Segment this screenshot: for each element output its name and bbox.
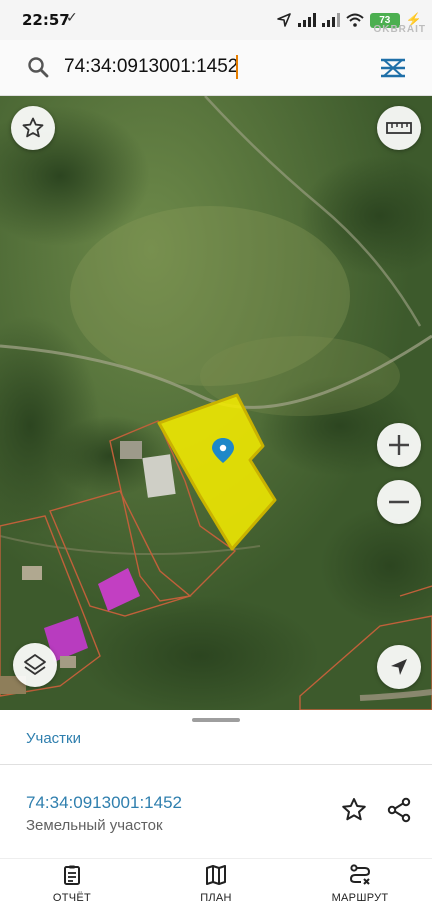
- favorite-map-button[interactable]: [11, 106, 55, 150]
- wifi-icon: [346, 13, 364, 27]
- text-cursor: [236, 55, 238, 79]
- check-icon: ✓: [66, 10, 78, 26]
- menu-icon[interactable]: [378, 56, 408, 80]
- star-icon[interactable]: [340, 796, 368, 824]
- nav-plan-label: ПЛАН: [200, 892, 232, 904]
- bottom-navigation: ОТЧЁТ ПЛАН МАРШРУТ: [0, 858, 432, 910]
- route-icon: [349, 864, 371, 885]
- layers-button[interactable]: [13, 643, 57, 687]
- location-arrow-icon: [277, 13, 291, 27]
- tab-divider: [0, 764, 432, 765]
- signal-icon: [297, 13, 316, 27]
- layers-icon: [24, 654, 46, 675]
- ruler-icon: [386, 122, 412, 134]
- nav-report-label: ОТЧЁТ: [52, 892, 92, 904]
- watermark: OKBRAIT: [373, 24, 426, 35]
- signal-icon-2: [321, 13, 340, 27]
- star-icon: [22, 117, 44, 138]
- share-icon[interactable]: [385, 796, 413, 824]
- search-icon[interactable]: [26, 55, 50, 79]
- nav-plan[interactable]: ПЛАН: [171, 863, 261, 909]
- status-bar: 22:57 ✓ 73 ⚡ OKBRAIT: [0, 0, 432, 40]
- plus-icon: [389, 435, 409, 455]
- search-input[interactable]: [64, 52, 324, 82]
- ruler-button[interactable]: [377, 106, 421, 150]
- map-imagery: [0, 96, 432, 710]
- zoom-out-button[interactable]: [377, 480, 421, 524]
- parcel-cadastral-number[interactable]: 74:34:0913001:1452: [26, 793, 182, 813]
- tab-parcels[interactable]: Участки: [26, 730, 81, 747]
- nav-report[interactable]: ОТЧЁТ: [27, 863, 117, 909]
- sheet-drag-handle[interactable]: [192, 718, 240, 722]
- zoom-in-button[interactable]: [377, 423, 421, 467]
- search-bar: [0, 40, 432, 96]
- map-icon: [206, 865, 226, 885]
- minus-icon: [389, 500, 409, 504]
- clipboard-icon: [64, 865, 80, 885]
- bottom-sheet: Участки 74:34:0913001:1452 Земельный уча…: [0, 710, 432, 858]
- satellite-map[interactable]: [0, 96, 432, 710]
- locate-me-button[interactable]: [377, 645, 421, 689]
- navigation-arrow-icon: [391, 659, 407, 675]
- parcel-type-label: Земельный участок: [26, 817, 163, 834]
- status-time: 22:57: [22, 11, 70, 29]
- nav-route[interactable]: МАРШРУТ: [315, 863, 405, 909]
- nav-route-label: МАРШРУТ: [331, 892, 389, 904]
